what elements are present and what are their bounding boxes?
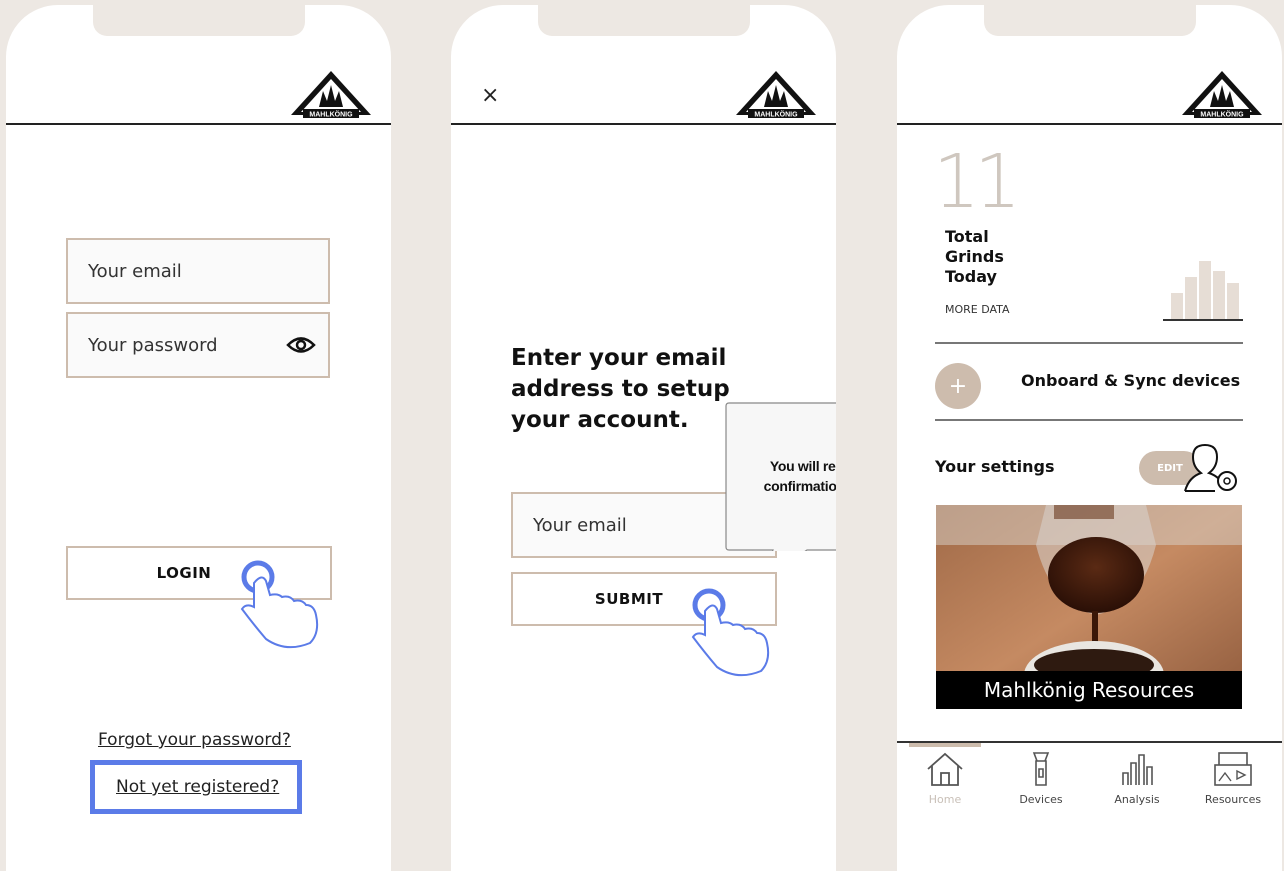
password-field[interactable]: Your password [66, 312, 330, 378]
divider [935, 342, 1243, 344]
tab-resources-label: Resources [1204, 793, 1262, 806]
resources-caption: Mahlkönig Resources [936, 671, 1242, 709]
resources-card[interactable]: Mahlkönig Resources [936, 505, 1242, 709]
onboard-sync-label[interactable]: Onboard & Sync devices [1021, 371, 1240, 390]
submit-button-label: SUBMIT [594, 590, 664, 608]
login-screen: MAHLKÖNIG Your email Your password LOGIN… [6, 5, 391, 871]
tap-hand-icon [240, 560, 319, 649]
register-heading: Enter your email address to setup your a… [511, 345, 730, 433]
email-field[interactable]: Your email [66, 238, 330, 304]
email-placeholder: Your email [88, 260, 182, 282]
bar-chart-icon [1122, 754, 1153, 785]
dashboard-screen: MAHLKÖNIG 11 Total Grinds Today MORE DAT… [897, 5, 1282, 871]
phone-notch [538, 5, 750, 36]
header-divider [451, 123, 836, 125]
mahlkonig-logo: MAHLKÖNIG [736, 71, 816, 119]
home-icon [927, 752, 963, 786]
tap-hand-icon [691, 588, 770, 677]
more-data-link[interactable]: MORE DATA [945, 303, 1010, 316]
grinder-icon [1032, 752, 1050, 786]
tab-analysis-label: Analysis [1114, 793, 1160, 806]
tab-home-label: Home [928, 793, 962, 806]
register-screen: × MAHLKÖNIG Enter your email address to … [451, 5, 836, 871]
svg-text:MAHLKÖNIG: MAHLKÖNIG [1200, 110, 1244, 119]
tab-analysis[interactable]: Analysis [1097, 751, 1177, 806]
plus-icon: + [948, 373, 968, 399]
divider [935, 419, 1243, 421]
eye-icon[interactable] [286, 334, 316, 356]
phone-notch [984, 5, 1196, 36]
mini-bar-chart-icon [1163, 261, 1243, 321]
close-icon[interactable]: × [481, 83, 499, 108]
tab-resources[interactable]: Resources [1193, 751, 1273, 806]
tab-devices[interactable]: Devices [1001, 751, 1081, 806]
forgot-password-link[interactable]: Forgot your password? [98, 730, 291, 750]
add-device-button[interactable]: + [935, 363, 981, 409]
login-button-label: LOGIN [156, 564, 212, 582]
header-divider [897, 123, 1282, 125]
not-registered-link[interactable]: Not yet registered? [116, 777, 279, 797]
your-settings-label: Your settings [935, 457, 1055, 476]
svg-text:MAHLKÖNIG: MAHLKÖNIG [309, 110, 353, 119]
svg-text:MAHLKÖNIG: MAHLKÖNIG [754, 110, 798, 119]
password-placeholder: Your password [88, 334, 218, 356]
mahlkonig-logo: MAHLKÖNIG [291, 71, 371, 119]
media-icon [1214, 752, 1252, 786]
tooltip-text: You will receive a confirmation email. [763, 458, 836, 494]
mahlkonig-logo: MAHLKÖNIG [1182, 71, 1262, 119]
header-divider [6, 123, 391, 125]
email-placeholder: Your email [533, 514, 627, 536]
phone-notch [93, 5, 305, 36]
active-tab-indicator [909, 743, 981, 747]
user-settings-icon [1184, 443, 1237, 492]
tab-home[interactable]: Home [905, 751, 985, 806]
total-grinds-label: Total Grinds Today [945, 227, 1004, 286]
total-grinds-value: 11 [933, 139, 1021, 225]
tab-devices-label: Devices [1019, 793, 1063, 806]
